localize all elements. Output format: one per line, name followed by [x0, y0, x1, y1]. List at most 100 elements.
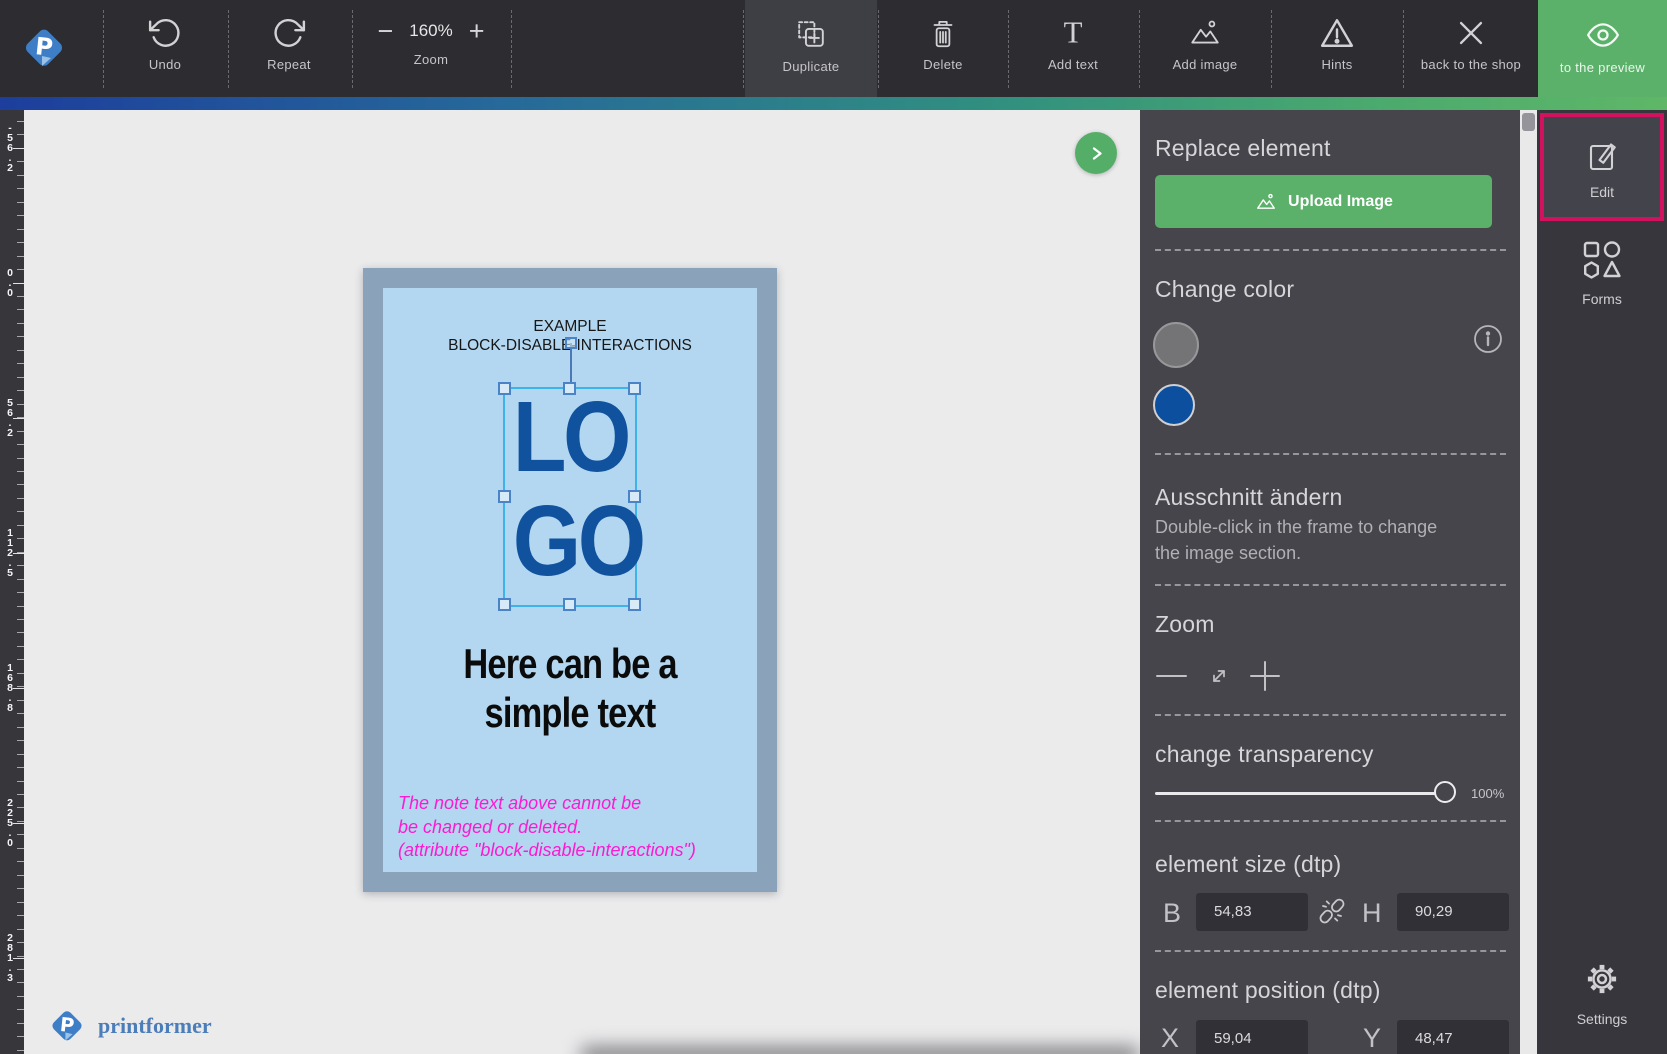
selected-logo-element[interactable]: LO GO: [503, 387, 637, 607]
x-position-input[interactable]: 59,04: [1196, 1020, 1308, 1054]
note-text-element: The note text above cannot be be changed…: [398, 792, 696, 863]
selection-handle[interactable]: [628, 598, 641, 611]
add-text-icon: T: [1056, 16, 1090, 50]
accent-gradient-bar: [0, 97, 1667, 110]
add-text-button[interactable]: T Add text: [1007, 0, 1139, 97]
add-image-label: Add image: [1173, 57, 1238, 72]
tab-edit-label: Edit: [1590, 184, 1614, 200]
selection-handle[interactable]: [563, 382, 576, 395]
tab-edit[interactable]: Edit: [1540, 113, 1664, 221]
zoom-in-icon[interactable]: [1249, 660, 1281, 692]
redo-icon: [272, 16, 306, 50]
printformer-footer-logo-icon: P: [46, 1004, 88, 1048]
link-broken-icon[interactable]: [1317, 896, 1347, 926]
selection-handle[interactable]: [563, 598, 576, 611]
change-color-title: Change color: [1155, 276, 1294, 303]
rotation-handle[interactable]: [565, 337, 577, 349]
footer-brand-name: printformer: [98, 1013, 212, 1039]
trash-icon: [926, 16, 960, 50]
width-label: B: [1163, 898, 1181, 929]
settings-gear-icon: [1579, 956, 1625, 1002]
undo-icon: [148, 16, 182, 50]
panel-separator: [1155, 950, 1506, 952]
edit-icon: [1582, 135, 1622, 175]
width-input[interactable]: 54,83: [1196, 893, 1308, 931]
duplicate-icon: [793, 16, 829, 52]
selection-handle[interactable]: [498, 598, 511, 611]
delete-button[interactable]: Delete: [877, 0, 1009, 97]
back-to-shop-button[interactable]: back to the shop: [1397, 0, 1545, 97]
mode-sidebar: Edit Forms: [1537, 110, 1667, 1054]
printformer-logo: P: [18, 22, 70, 74]
color-swatch-blue[interactable]: [1153, 384, 1195, 426]
toolbar-separator: [511, 10, 512, 88]
panel-scrollbar[interactable]: [1520, 110, 1537, 1054]
collapse-panel-button[interactable]: [1075, 132, 1117, 174]
back-to-shop-label: back to the shop: [1421, 57, 1521, 72]
selection-handle[interactable]: [628, 490, 641, 503]
ruler-vertical: -56.20.056.2112.5168.8225.0281.3: [0, 110, 24, 1054]
replace-element-title: Replace element: [1155, 135, 1331, 162]
svg-text:P: P: [34, 32, 54, 62]
forms-shapes-icon: [1580, 238, 1624, 282]
y-position-input[interactable]: 48,47: [1397, 1020, 1509, 1054]
footer-brand: P printformer: [46, 1004, 212, 1048]
repeat-label: Repeat: [267, 57, 311, 72]
simple-text-element[interactable]: Here can be a simple text: [400, 639, 739, 737]
selection-handle[interactable]: [498, 382, 511, 395]
zoom-in-button[interactable]: +: [469, 20, 485, 42]
zoom-out-icon[interactable]: [1155, 661, 1189, 691]
panel-separator: [1155, 820, 1506, 822]
panel-separator: [1155, 714, 1506, 716]
panel-separator: [1155, 584, 1506, 586]
element-position-title: element position (dtp): [1155, 977, 1381, 1004]
to-preview-label: to the preview: [1560, 60, 1645, 75]
height-label: H: [1362, 898, 1382, 929]
close-icon: [1454, 16, 1488, 50]
ausschnitt-title: Ausschnitt ändern: [1155, 484, 1343, 511]
transparency-slider-knob[interactable]: [1434, 781, 1456, 803]
undo-button[interactable]: Undo: [99, 0, 231, 97]
delete-label: Delete: [923, 57, 962, 72]
design-canvas[interactable]: EXAMPLE BLOCK-DISABLE-INTERACTIONS Here …: [24, 110, 1140, 1054]
bottom-shadow: [580, 1047, 1140, 1054]
tab-forms[interactable]: Forms: [1537, 238, 1667, 307]
toolbar-separator: [743, 10, 744, 88]
printformer-logo-icon: P: [18, 22, 70, 74]
printformer-editor: P Undo Repeat − 160%: [0, 0, 1667, 1054]
transparency-slider-track[interactable]: [1155, 792, 1445, 795]
eye-icon: [1584, 18, 1622, 52]
chevron-right-icon: [1085, 142, 1108, 165]
svg-text:P: P: [59, 1013, 76, 1037]
selection-handle[interactable]: [628, 382, 641, 395]
transparency-value: 100%: [1471, 786, 1504, 801]
duplicate-label: Duplicate: [783, 59, 840, 74]
expand-icon[interactable]: [1206, 663, 1232, 689]
zoom-label: Zoom: [414, 52, 448, 67]
duplicate-button[interactable]: Duplicate: [745, 0, 877, 97]
warning-icon: [1319, 16, 1355, 50]
y-position-label: Y: [1363, 1023, 1381, 1054]
add-text-label: Add text: [1048, 57, 1098, 72]
hints-button[interactable]: Hints: [1271, 0, 1403, 97]
panel-scrollbar-thumb[interactable]: [1522, 113, 1535, 131]
height-input[interactable]: 90,29: [1397, 893, 1509, 931]
tab-settings-label: Settings: [1577, 1011, 1628, 1027]
element-size-title: element size (dtp): [1155, 851, 1341, 878]
repeat-button[interactable]: Repeat: [223, 0, 355, 97]
selection-handle[interactable]: [498, 490, 511, 503]
add-image-icon: [1187, 16, 1223, 50]
upload-image-button[interactable]: Upload Image: [1155, 175, 1492, 228]
info-icon[interactable]: [1473, 324, 1503, 354]
upload-image-label: Upload Image: [1288, 193, 1393, 211]
panel-separator: [1155, 249, 1506, 251]
color-swatch-gray[interactable]: [1153, 322, 1199, 368]
undo-label: Undo: [149, 57, 181, 72]
add-image-button[interactable]: Add image: [1139, 0, 1271, 97]
tab-settings[interactable]: Settings: [1537, 956, 1667, 1027]
ausschnitt-help-text: Double-click in the frame to change the …: [1155, 514, 1437, 566]
zoom-out-button[interactable]: −: [377, 20, 393, 42]
panel-zoom-title: Zoom: [1155, 611, 1215, 638]
to-preview-button[interactable]: to the preview: [1538, 0, 1667, 97]
tab-forms-label: Forms: [1582, 291, 1622, 307]
